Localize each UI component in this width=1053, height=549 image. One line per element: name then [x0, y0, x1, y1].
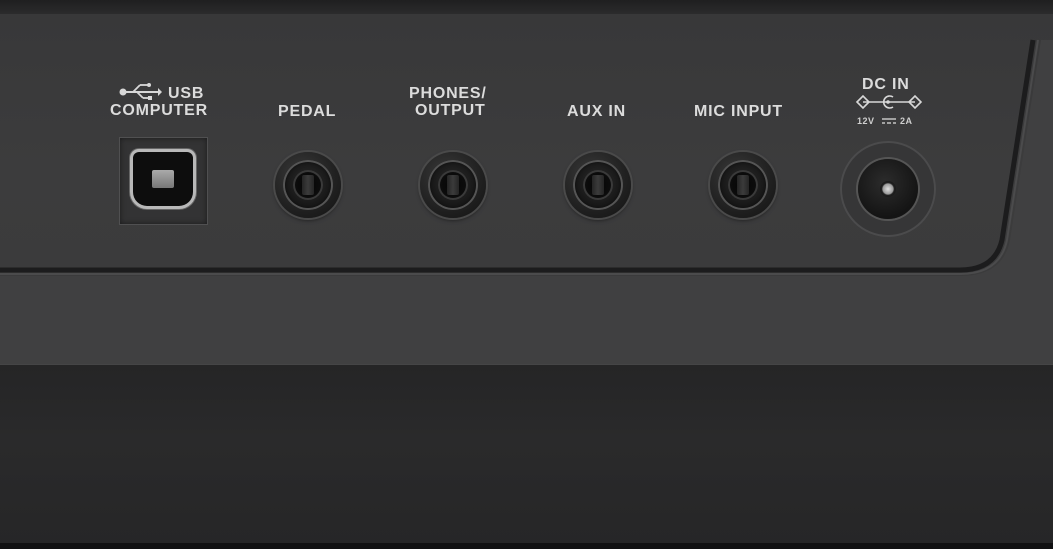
phones-output-jack[interactable]: [420, 152, 486, 218]
usb-label-line2: COMPUTER: [110, 102, 208, 119]
aux-label: AUX IN: [567, 103, 627, 120]
mic-label: MIC INPUT: [694, 103, 783, 120]
keyboard-rear-panel-photo: USB COMPUTER PEDAL PHONES/ OUTPUT AUX IN…: [0, 0, 1053, 549]
direct-current-icon: [882, 118, 896, 124]
phones-label-line2: OUTPUT: [415, 102, 486, 119]
pedal-jack[interactable]: [275, 152, 341, 218]
dc-label: DC IN: [862, 76, 910, 93]
dc-polarity-icon: [855, 94, 923, 110]
usb-label-line1: USB: [168, 85, 205, 102]
pedal-label: PEDAL: [278, 103, 337, 120]
mic-input-jack[interactable]: [710, 152, 776, 218]
phones-label-line1: PHONES/: [409, 85, 487, 102]
dc-jack-pin: [880, 181, 896, 197]
dc-current-label: 2A: [900, 116, 913, 126]
dc-voltage-label: 12V: [857, 116, 875, 126]
usb-port-core: [152, 170, 174, 188]
usb-trident-icon: [119, 83, 162, 100]
aux-in-jack[interactable]: [565, 152, 631, 218]
